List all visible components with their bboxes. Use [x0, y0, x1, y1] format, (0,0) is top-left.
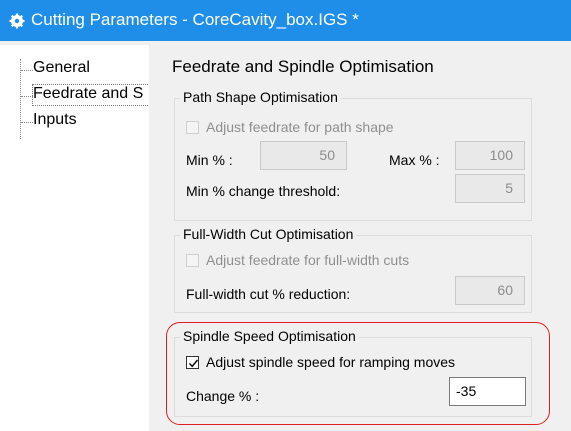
tree-item-label: General — [33, 59, 90, 76]
tree-connector — [20, 59, 21, 139]
max-label: Max % : — [389, 152, 440, 168]
window-title: Cutting Parameters - CoreCavity_box.IGS … — [31, 10, 359, 29]
min-percent-field[interactable]: 50 — [260, 141, 347, 170]
tree-branch — [21, 122, 33, 123]
splitter[interactable] — [149, 45, 162, 431]
field-value: 5 — [505, 180, 513, 196]
settings-tree[interactable]: General Feedrate and S Inputs — [12, 47, 150, 431]
reduction-field[interactable]: 60 — [455, 276, 525, 305]
tree-item-label: Feedrate and S — [33, 85, 144, 102]
group-title: Path Shape Optimisation — [180, 89, 341, 105]
full-width-group: Full-Width Cut Optimisation Adjust feedr… — [174, 226, 532, 313]
highlight-outline — [166, 322, 550, 425]
field-value: 60 — [497, 282, 513, 298]
path-shape-group: Path Shape Optimisation Adjust feedrate … — [174, 89, 532, 221]
checkbox-label: Adjust feedrate for path shape — [206, 119, 394, 135]
path-shape-checkbox[interactable] — [186, 121, 199, 134]
gear-icon — [9, 13, 25, 29]
group-title: Full-Width Cut Optimisation — [180, 226, 357, 242]
max-percent-field[interactable]: 100 — [455, 141, 525, 170]
min-label: Min % : — [186, 152, 233, 168]
field-value: 50 — [319, 147, 335, 163]
tree-branch — [21, 70, 33, 71]
tree-item-label: Inputs — [33, 111, 77, 128]
full-width-checkbox[interactable] — [186, 254, 199, 267]
panel-title: Feedrate and Spindle Optimisation — [172, 57, 434, 76]
reduction-label: Full-width cut % reduction: — [186, 286, 351, 302]
title-bar[interactable]: Cutting Parameters - CoreCavity_box.IGS … — [0, 0, 571, 41]
field-value: 100 — [489, 147, 513, 163]
threshold-field[interactable]: 5 — [455, 174, 525, 203]
threshold-label: Min % change threshold: — [186, 183, 341, 199]
checkbox-label: Adjust feedrate for full-width cuts — [206, 252, 410, 268]
